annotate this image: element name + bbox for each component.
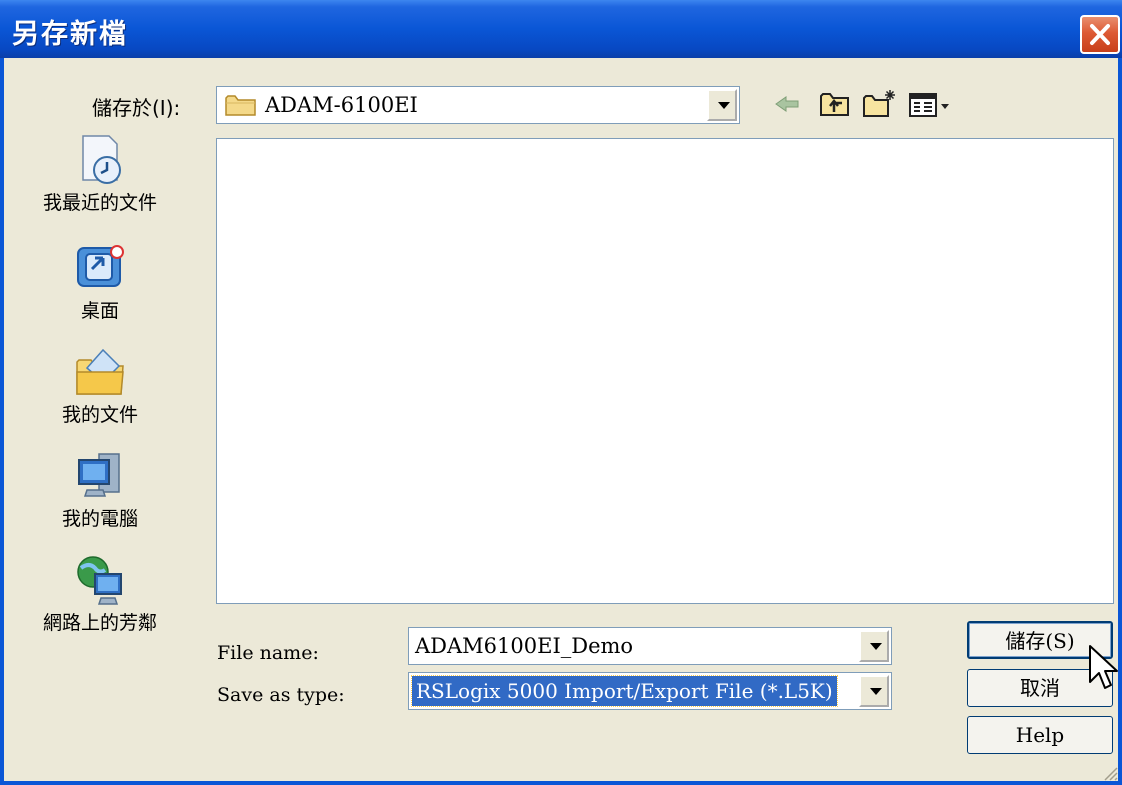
file-name-dropdown-arrow[interactable] bbox=[859, 630, 889, 662]
save-as-type-value: RSLogix 5000 Import/Export File (*.L5K) bbox=[411, 675, 838, 707]
places-label-my-documents: 我的文件 bbox=[61, 404, 138, 426]
recent-documents-icon bbox=[82, 135, 121, 184]
window-title: 另存新檔 bbox=[12, 19, 128, 50]
places-label-network: 網路上的芳鄰 bbox=[42, 612, 157, 634]
window-frame-bottom bbox=[0, 781, 1122, 785]
save-in-value: ADAM-6100EI bbox=[265, 93, 418, 117]
close-button[interactable] bbox=[1080, 15, 1120, 54]
close-icon bbox=[1090, 24, 1110, 45]
save-as-type-select[interactable]: RSLogix 5000 Import/Export File (*.L5K) bbox=[408, 672, 892, 710]
file-name-input[interactable]: ADAM6100EI_Demo bbox=[408, 627, 892, 665]
save-in-label: 儲存於(I): bbox=[92, 96, 181, 120]
file-name-value: ADAM6100EI_Demo bbox=[415, 634, 634, 658]
resize-grip-icon[interactable] bbox=[1102, 765, 1118, 781]
places-item-my-computer[interactable]: 我的電腦 bbox=[0, 450, 200, 531]
views-menu-icon[interactable] bbox=[908, 88, 952, 120]
new-folder-icon[interactable] bbox=[862, 88, 898, 120]
back-icon[interactable] bbox=[770, 88, 804, 120]
up-folder-icon[interactable] bbox=[818, 88, 852, 120]
my-documents-icon bbox=[76, 348, 124, 395]
places-bar: 我最近的文件 桌面 我的文件 我的電腦 網路上的芳鄰 bbox=[0, 130, 200, 650]
places-item-desktop[interactable]: 桌面 bbox=[0, 242, 200, 323]
save-as-type-label: Save as type: bbox=[217, 684, 345, 706]
places-item-recent[interactable]: 我最近的文件 bbox=[0, 134, 200, 215]
save-in-dropdown[interactable]: ADAM-6100EI bbox=[216, 86, 740, 124]
save-as-type-dropdown-arrow[interactable] bbox=[859, 675, 889, 707]
my-computer-icon bbox=[78, 453, 120, 497]
places-label-desktop: 桌面 bbox=[80, 300, 119, 322]
file-list[interactable] bbox=[216, 138, 1114, 604]
mouse-cursor-icon bbox=[1089, 645, 1118, 689]
network-places-icon bbox=[77, 556, 122, 605]
title-bar[interactable]: 另存新檔 bbox=[0, 0, 1122, 58]
places-item-my-documents[interactable]: 我的文件 bbox=[0, 346, 200, 427]
places-label-recent: 我最近的文件 bbox=[42, 192, 157, 214]
places-label-my-computer: 我的電腦 bbox=[61, 508, 138, 530]
desktop-icon bbox=[77, 245, 124, 287]
places-item-network[interactable]: 網路上的芳鄰 bbox=[0, 554, 200, 635]
save-as-dialog: 另存新檔 儲存於(I): ADAM-6100EI 我最近的文件 桌面 我的文件 … bbox=[0, 0, 1122, 785]
help-button[interactable]: Help bbox=[967, 716, 1113, 754]
save-in-dropdown-arrow[interactable] bbox=[707, 89, 737, 121]
file-name-label: File name: bbox=[217, 642, 319, 664]
folder-icon bbox=[225, 95, 256, 116]
